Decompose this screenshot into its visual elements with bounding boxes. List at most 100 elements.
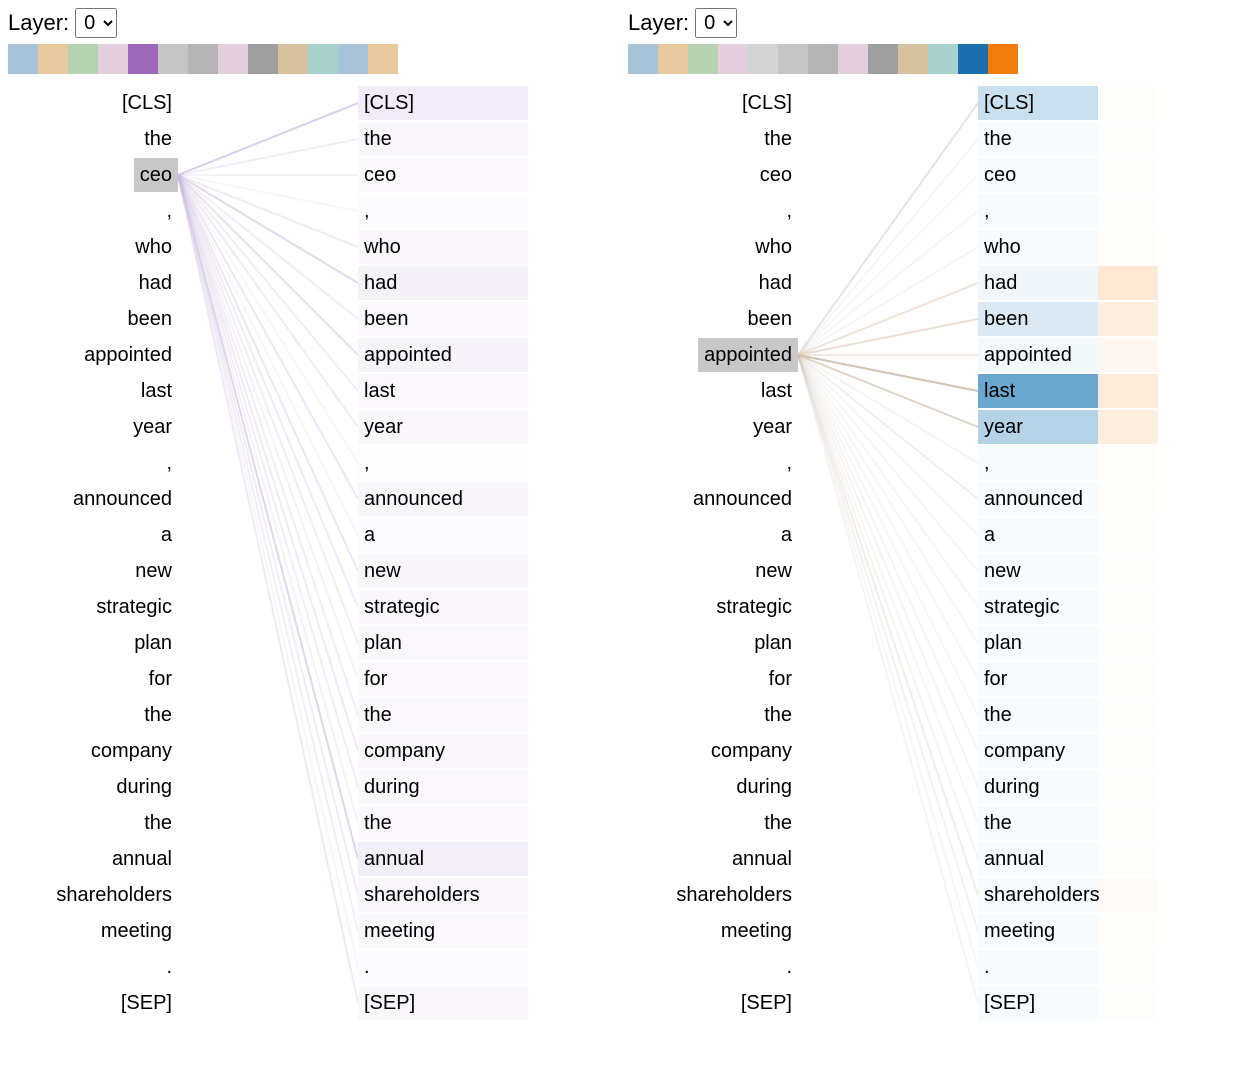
target-token[interactable]: meeting: [978, 914, 1061, 948]
source-token[interactable]: annual: [106, 842, 178, 876]
source-token[interactable]: announced: [687, 482, 798, 516]
source-token[interactable]: shareholders: [670, 878, 798, 912]
source-token[interactable]: meeting: [715, 914, 798, 948]
source-token[interactable]: for: [143, 662, 178, 696]
target-token[interactable]: strategic: [978, 590, 1066, 624]
target-token[interactable]: had: [358, 266, 403, 300]
target-token[interactable]: for: [358, 662, 393, 696]
source-token[interactable]: [SEP]: [735, 986, 798, 1020]
target-token[interactable]: new: [358, 554, 407, 588]
target-token[interactable]: [CLS]: [358, 86, 420, 120]
source-token[interactable]: [CLS]: [116, 86, 178, 120]
source-token[interactable]: plan: [128, 626, 178, 660]
target-token[interactable]: shareholders: [358, 878, 486, 912]
target-token[interactable]: ,: [978, 194, 1006, 228]
source-token[interactable]: during: [730, 770, 798, 804]
target-token[interactable]: a: [358, 518, 386, 552]
source-token[interactable]: the: [138, 698, 178, 732]
target-token[interactable]: appointed: [978, 338, 1078, 372]
head-swatch[interactable]: [278, 44, 308, 74]
target-token[interactable]: new: [978, 554, 1027, 588]
target-token[interactable]: annual: [978, 842, 1050, 876]
head-swatch[interactable]: [838, 44, 868, 74]
target-token[interactable]: strategic: [358, 590, 446, 624]
target-token[interactable]: appointed: [358, 338, 458, 372]
head-swatch[interactable]: [718, 44, 748, 74]
head-swatch[interactable]: [688, 44, 718, 74]
target-token[interactable]: been: [978, 302, 1035, 336]
source-token[interactable]: .: [150, 950, 178, 984]
target-token[interactable]: ceo: [978, 158, 1022, 192]
target-token[interactable]: the: [978, 806, 1018, 840]
target-token[interactable]: been: [358, 302, 415, 336]
source-token[interactable]: plan: [748, 626, 798, 660]
target-token[interactable]: company: [358, 734, 451, 768]
source-token[interactable]: who: [749, 230, 798, 264]
source-token[interactable]: year: [747, 410, 798, 444]
target-token[interactable]: [CLS]: [978, 86, 1040, 120]
target-token[interactable]: company: [978, 734, 1071, 768]
target-token[interactable]: shareholders: [978, 878, 1106, 912]
head-swatch[interactable]: [308, 44, 338, 74]
head-swatch[interactable]: [188, 44, 218, 74]
target-token[interactable]: who: [978, 230, 1027, 264]
target-token[interactable]: had: [978, 266, 1023, 300]
head-swatch[interactable]: [868, 44, 898, 74]
source-token[interactable]: strategic: [90, 590, 178, 624]
source-token[interactable]: had: [753, 266, 798, 300]
target-token[interactable]: .: [978, 950, 1006, 984]
target-token[interactable]: during: [978, 770, 1046, 804]
source-token[interactable]: the: [758, 806, 798, 840]
source-token[interactable]: ,: [150, 446, 178, 480]
source-token[interactable]: new: [749, 554, 798, 588]
source-token[interactable]: ,: [150, 194, 178, 228]
target-token[interactable]: during: [358, 770, 426, 804]
source-token[interactable]: the: [138, 806, 178, 840]
head-swatch[interactable]: [218, 44, 248, 74]
target-token[interactable]: meeting: [358, 914, 441, 948]
target-token[interactable]: the: [358, 122, 398, 156]
source-token[interactable]: ceo: [134, 158, 178, 192]
source-token[interactable]: [SEP]: [115, 986, 178, 1020]
source-token[interactable]: the: [758, 122, 798, 156]
target-token[interactable]: last: [978, 374, 1021, 408]
source-token[interactable]: last: [755, 374, 798, 408]
layer-select[interactable]: 0: [695, 8, 737, 38]
head-swatch[interactable]: [988, 44, 1018, 74]
target-token[interactable]: the: [358, 806, 398, 840]
source-token[interactable]: meeting: [95, 914, 178, 948]
head-swatch[interactable]: [368, 44, 398, 74]
source-token[interactable]: strategic: [710, 590, 798, 624]
head-swatch[interactable]: [778, 44, 808, 74]
target-token[interactable]: year: [358, 410, 409, 444]
source-token[interactable]: appointed: [78, 338, 178, 372]
source-token[interactable]: [CLS]: [736, 86, 798, 120]
head-swatch[interactable]: [958, 44, 988, 74]
source-token[interactable]: been: [122, 302, 179, 336]
source-token[interactable]: last: [135, 374, 178, 408]
head-swatch[interactable]: [628, 44, 658, 74]
target-token[interactable]: announced: [358, 482, 469, 516]
target-token[interactable]: plan: [358, 626, 408, 660]
source-token[interactable]: company: [85, 734, 178, 768]
source-token[interactable]: year: [127, 410, 178, 444]
target-token[interactable]: the: [978, 122, 1018, 156]
source-token[interactable]: announced: [67, 482, 178, 516]
source-token[interactable]: a: [770, 518, 798, 552]
source-token[interactable]: a: [150, 518, 178, 552]
source-token[interactable]: new: [129, 554, 178, 588]
target-token[interactable]: last: [358, 374, 401, 408]
target-token[interactable]: [SEP]: [358, 986, 421, 1020]
head-swatch[interactable]: [68, 44, 98, 74]
head-swatch[interactable]: [158, 44, 188, 74]
head-swatch[interactable]: [748, 44, 778, 74]
source-token[interactable]: .: [770, 950, 798, 984]
target-token[interactable]: [SEP]: [978, 986, 1041, 1020]
source-token[interactable]: had: [133, 266, 178, 300]
head-swatch[interactable]: [128, 44, 158, 74]
target-token[interactable]: .: [358, 950, 386, 984]
source-token[interactable]: during: [110, 770, 178, 804]
source-token[interactable]: shareholders: [50, 878, 178, 912]
source-token[interactable]: ceo: [754, 158, 798, 192]
target-token[interactable]: the: [358, 698, 398, 732]
